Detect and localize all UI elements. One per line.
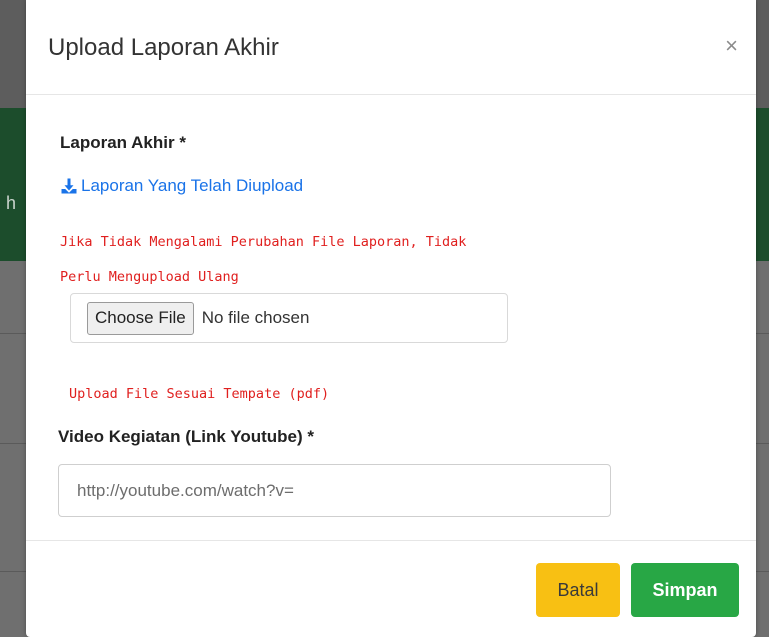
- save-button[interactable]: Simpan: [631, 563, 739, 617]
- modal-title: Upload Laporan Akhir: [48, 34, 279, 61]
- file-status-text: No file chosen: [201, 308, 310, 327]
- choose-file-button[interactable]: Choose File: [87, 301, 194, 335]
- cancel-button[interactable]: Batal: [536, 563, 620, 617]
- report-file-input[interactable]: Choose File No file chosen: [70, 293, 508, 343]
- video-link-input[interactable]: [58, 464, 611, 517]
- unchanged-file-note-line2: Perlu Mengupload Ulang: [60, 269, 239, 285]
- uploaded-report-link-label: Laporan Yang Telah Diupload: [81, 176, 304, 195]
- uploaded-report-link[interactable]: Laporan Yang Telah Diupload: [60, 176, 303, 196]
- download-icon: [61, 178, 77, 194]
- video-link-label: Video Kegiatan (Link Youtube) *: [58, 427, 314, 446]
- modal-header: Upload Laporan Akhir ×: [26, 0, 756, 95]
- upload-format-hint: Upload File Sesuai Tempate (pdf): [69, 386, 330, 402]
- upload-report-modal: Upload Laporan Akhir × Laporan Akhir * L…: [26, 0, 756, 637]
- unchanged-file-note-line1: Jika Tidak Mengalami Perubahan File Lapo…: [60, 234, 467, 250]
- background-text-fragment: h: [6, 193, 17, 213]
- close-icon[interactable]: ×: [725, 34, 738, 58]
- report-label: Laporan Akhir *: [60, 133, 186, 152]
- modal-footer: Batal Simpan: [26, 540, 756, 637]
